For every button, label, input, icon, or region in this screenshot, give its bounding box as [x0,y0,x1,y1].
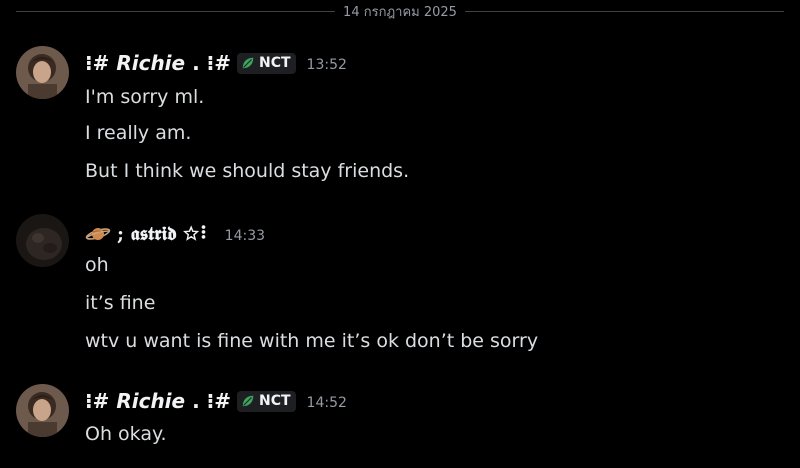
username[interactable]: ⁝# Richie . ⁝# [85,389,231,413]
message-text: wtv u want is fine with me it’s ok don’t… [85,330,539,352]
message-text: oh [85,254,109,276]
guild-tag[interactable]: NCT [237,390,296,412]
date-divider: 14 กรกฎาคม 2025 [16,0,785,22]
planet-icon [85,228,111,240]
message-header: ⁝# Richie . ⁝# NCT 13:52 [85,50,347,76]
timestamp[interactable]: 14:33 [225,228,265,244]
avatar[interactable] [16,46,69,99]
username[interactable]: ⁝# Richie . ⁝# [85,51,231,75]
message-text: Oh okay. [85,423,167,445]
guild-tag[interactable]: NCT [237,52,296,74]
username-prefix: ⁝# [85,389,110,413]
divider-line-right [464,10,785,12]
username-prefix: ⁝# [85,51,110,75]
divider-line-left [16,10,336,12]
tag-label: NCT [259,393,291,409]
message-text: I really am. [85,122,192,144]
message-header: ⁝# Richie . ⁝# NCT 14:52 [85,388,347,414]
timestamp[interactable]: 13:52 [307,57,347,73]
message-header: ; 𝖆𝖘𝖙𝖗𝖎𝖉 ☆⠇ 14:33 [85,221,265,247]
timestamp[interactable]: 14:52 [307,395,347,411]
username-name: Richie [116,389,186,413]
username-suffix: . ⁝# [192,389,231,413]
message-text: it’s fine [85,292,156,314]
tag-label: NCT [259,55,291,71]
message-text: I'm sorry ml. [85,86,205,108]
message-text: But I think we should stay friends. [85,160,410,182]
username-name: Richie [116,51,186,75]
avatar[interactable] [16,214,69,267]
username-suffix: . ⁝# [192,51,231,75]
avatar[interactable] [16,384,69,437]
leaf-icon [242,395,254,407]
username[interactable]: ; 𝖆𝖘𝖙𝖗𝖎𝖉 ☆⠇ [117,223,214,245]
divider-date: 14 กรกฎาคม 2025 [343,4,457,20]
leaf-icon [242,57,254,69]
